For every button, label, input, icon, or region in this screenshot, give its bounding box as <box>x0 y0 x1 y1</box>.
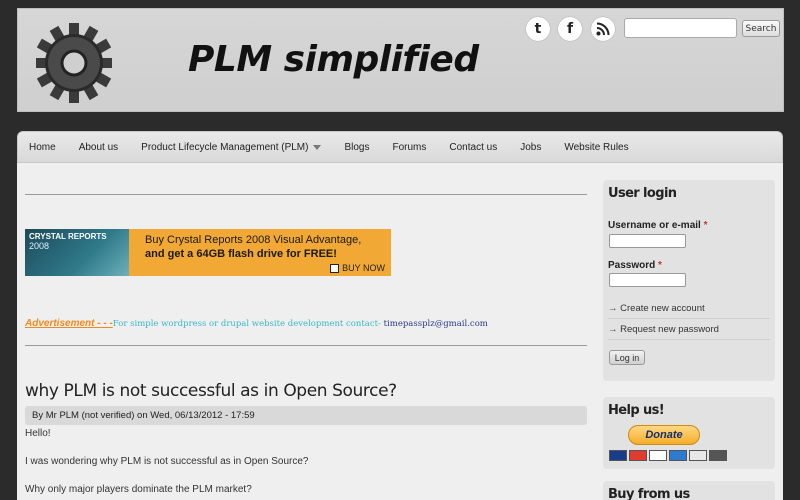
twitter-icon[interactable]: t <box>526 17 550 41</box>
gear-logo-icon[interactable] <box>36 21 112 105</box>
main-content: CRYSTAL REPORTS 2008 Buy Crystal Reports… <box>17 163 783 500</box>
nav-item-jobs[interactable]: Jobs <box>520 142 541 153</box>
rss-glyph-icon <box>596 22 610 36</box>
nav-item-contact-us[interactable]: Contact us <box>449 142 497 153</box>
card-icon <box>709 450 727 461</box>
card-icon <box>649 450 667 461</box>
ad-brand: CRYSTAL REPORTS <box>29 232 107 241</box>
advertisement-contact: For simple wordpress or drupal website d… <box>112 319 384 329</box>
username-label: Username or e-mail * <box>608 220 708 231</box>
advertisement-label[interactable]: Advertisement - - - <box>25 318 113 329</box>
block-title: Buy from us <box>608 487 690 500</box>
arrow-right-icon: → <box>608 324 621 335</box>
post-title[interactable]: why PLM is not successful as in Open Sou… <box>25 381 397 401</box>
nav-item-about-us[interactable]: About us <box>79 142 118 153</box>
buy-now-label: BUY NOW <box>342 263 385 273</box>
login-button[interactable]: Log in <box>609 350 645 365</box>
nav-label: Blogs <box>344 141 370 153</box>
block-title: Help us! <box>608 403 665 418</box>
user-login-block: User login Username or e-mail * Password… <box>603 180 775 381</box>
facebook-icon[interactable]: f <box>558 17 582 41</box>
card-icon <box>609 450 627 461</box>
username-field[interactable] <box>609 234 686 248</box>
link-label: Create new account <box>620 303 705 314</box>
link-label: Request new password <box>620 324 719 335</box>
payment-cards <box>609 450 727 461</box>
password-field[interactable] <box>609 273 686 287</box>
divider <box>608 339 770 340</box>
ad-text-line: and get a 64GB flash drive for FREE! <box>145 248 337 260</box>
cart-icon <box>330 263 340 273</box>
nav-label: Jobs <box>520 141 542 153</box>
nav-label: Forums <box>392 141 427 153</box>
divider <box>608 318 770 319</box>
ad-banner[interactable]: CRYSTAL REPORTS 2008 Buy Crystal Reports… <box>25 229 391 276</box>
search-button[interactable]: Search <box>742 20 780 37</box>
main-nav: Home About us Product Lifecycle Manageme… <box>17 131 783 163</box>
nav-item-home[interactable]: Home <box>29 142 56 153</box>
nav-label: Website Rules <box>564 141 629 153</box>
username-label-text: Username or e-mail <box>608 220 701 231</box>
ad-banner-graphic: CRYSTAL REPORTS 2008 <box>25 229 129 276</box>
buy-from-us-block: Buy from us <box>603 481 775 500</box>
post-body-line: Hello! <box>25 428 51 439</box>
post-body-line: Why only major players dominate the PLM … <box>25 484 252 495</box>
site-title[interactable]: PLM simplified <box>188 39 479 80</box>
rss-icon[interactable] <box>591 17 615 41</box>
block-title: User login <box>608 186 677 201</box>
nav-label: About us <box>78 141 119 153</box>
card-icon <box>689 450 707 461</box>
request-password-link[interactable]: → Request new password <box>608 324 719 335</box>
post-meta: By Mr PLM (not verified) on Wed, 06/13/2… <box>25 406 587 425</box>
required-mark: * <box>703 220 708 231</box>
card-icon <box>629 450 647 461</box>
nav-item-plm[interactable]: Product Lifecycle Management (PLM) <box>141 141 322 153</box>
password-label-text: Password <box>608 260 656 271</box>
donate-button[interactable]: Donate <box>628 425 700 445</box>
divider <box>25 194 587 195</box>
nav-item-forums[interactable]: Forums <box>392 142 426 153</box>
password-label: Password * <box>608 260 662 271</box>
post-body-line: I was wondering why PLM is not successfu… <box>25 456 309 467</box>
ad-text: Buy Crystal Reports 2008 Visual Advantag… <box>145 233 385 261</box>
arrow-right-icon: → <box>608 303 621 314</box>
buy-now-button[interactable]: BUY NOW <box>330 263 385 273</box>
nav-label: Product Lifecycle Management (PLM) <box>141 141 309 153</box>
chevron-down-icon <box>313 144 322 150</box>
nav-item-website-rules[interactable]: Website Rules <box>564 142 628 153</box>
nav-label: Contact us <box>449 141 498 153</box>
create-account-link[interactable]: → Create new account <box>608 303 705 314</box>
advertisement-line: Advertisement - - -For simple wordpress … <box>25 318 488 329</box>
required-mark: * <box>658 260 662 271</box>
ad-text-line: Buy Crystal Reports 2008 Visual Advantag… <box>145 234 362 246</box>
card-icon <box>669 450 687 461</box>
help-us-block: Help us! Donate <box>603 397 775 469</box>
divider <box>25 345 587 346</box>
search-input[interactable] <box>624 18 737 38</box>
site-header: PLM simplified t f Search <box>17 8 784 112</box>
ad-year: 2008 <box>29 241 50 251</box>
advertisement-email[interactable]: timepassplz@gmail.com <box>384 319 488 329</box>
nav-item-blogs[interactable]: Blogs <box>344 142 369 153</box>
nav-label: Home <box>29 141 56 153</box>
